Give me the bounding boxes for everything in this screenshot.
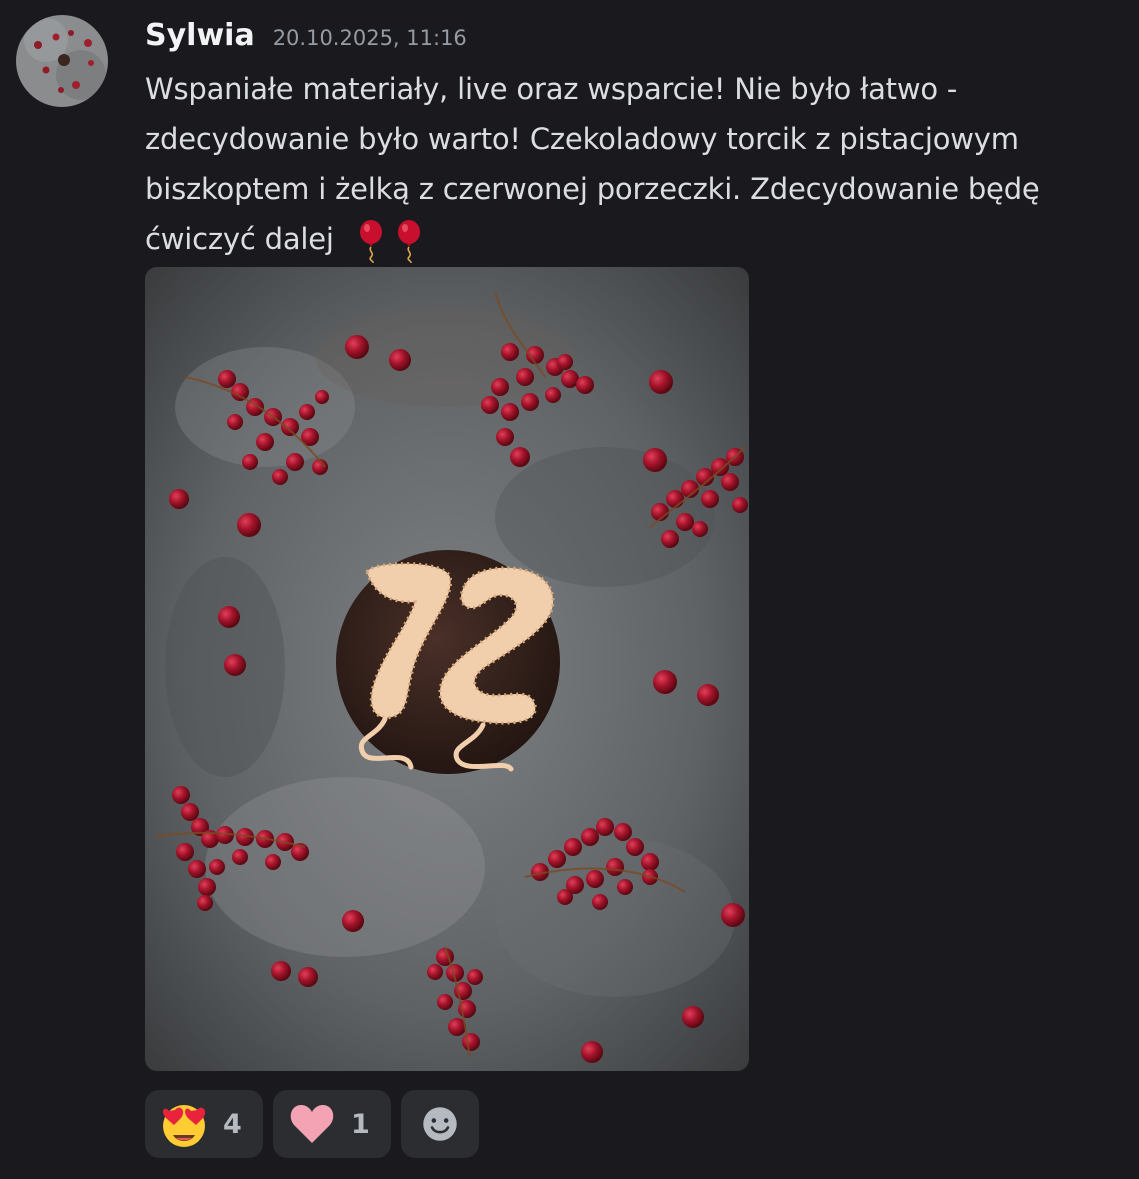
message-line: biszkoptem i żelką z czerwonej porzeczki… — [145, 172, 1040, 206]
reaction-pink-heart[interactable]: 1 — [273, 1090, 391, 1158]
message-line-text: ćwiczyć dalej — [145, 222, 334, 256]
avatar[interactable] — [16, 15, 108, 107]
message-line: Wspaniałe materiały, live oraz wsparcie!… — [145, 72, 958, 106]
message-line-last: ćwiczyć dalej — [145, 214, 1125, 264]
username[interactable]: Sylwia — [145, 18, 255, 53]
balloon-icon — [359, 220, 382, 263]
chat-message: Sylwia 20.10.2025, 11:16 Wspaniałe mater… — [0, 0, 1139, 1179]
pink-heart-icon — [290, 1105, 334, 1143]
message-header: Sylwia 20.10.2025, 11:16 — [145, 18, 467, 58]
reaction-count: 1 — [351, 1108, 370, 1140]
message-content: Wspaniałe materiały, live oraz wsparcie!… — [145, 64, 1125, 264]
add-reaction-button[interactable] — [401, 1090, 479, 1158]
timestamp: 20.10.2025, 11:16 — [272, 26, 467, 50]
reaction-count: 4 — [223, 1108, 242, 1140]
heart-eyes-face-icon — [163, 1105, 206, 1147]
reactions-bar: 4 1 — [145, 1090, 479, 1158]
balloon-icon — [397, 220, 420, 263]
message-line: zdecydowanie było warto! Czekoladowy tor… — [145, 122, 1019, 156]
reaction-heart-eyes[interactable]: 4 — [145, 1090, 263, 1158]
image-attachment[interactable] — [145, 267, 749, 1071]
smiley-add-icon — [423, 1107, 457, 1141]
